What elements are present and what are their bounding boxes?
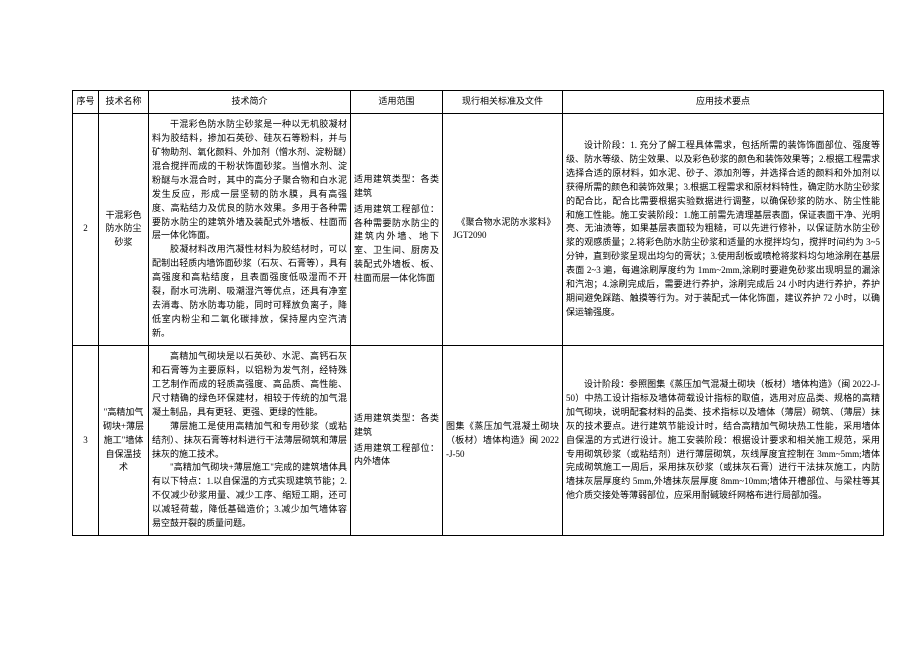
table-row: 3 "高精加气砌块+薄层施工"墙体自保温技术 高精加气砌块是以石英砂、水泥、高钙… [73,345,884,535]
scope-type-label: 适用建筑类型： [354,413,420,423]
desc-cell: 高精加气砌块是以石英砂、水泥、高钙石灰和石膏等为主要原料，以铝粉为发气剂，经特殊… [149,345,351,535]
scope-part: 各种需要防水防尘的建筑内外墙、地下室、卫生间、厨房及装配式外墙板、板、柱面而层一… [354,218,439,284]
header-row: 序号 技术名称 技术简介 适用范围 现行相关标准及文件 应用技术要点 [73,91,884,114]
scope-part-label: 适用建筑工程部位： [354,204,439,214]
apply-text: 设计阶段：1. 充分了解工程具体需求，包括所需的装饰饰面部位、强度等级、防水等级… [566,139,880,320]
scope-cell: 适用建筑类型：各类建筑 适用建筑工程部位：各种需要防水防尘的建筑内外墙、地下室、… [351,113,443,345]
desc-para: 胶凝材料改用汽凝性材料为胶结材时，可以配制出轻质内墙饰面砂浆（石灰、石膏等），具… [152,243,347,341]
desc-para: 薄层施工是使用高精加气和专用砂浆（或粘结剂）、抹灰石膏等材料进行干法薄层砌筑和薄… [152,420,347,462]
col-std: 现行相关标准及文件 [443,91,563,114]
col-seq: 序号 [73,91,99,114]
desc-para: 高精加气砌块是以石英砂、水泥、高钙石灰和石膏等为主要原料，以铝粉为发气剂，经特殊… [152,350,347,420]
std-title: 图集《蒸压加气混凝土砌块（板材）墙体构造》闽 2022-J-50 [446,421,559,459]
std-cell: 《聚合物水泥防水浆料》 JGT2090 [443,113,563,345]
col-desc: 技术简介 [149,91,351,114]
desc-para: 干混彩色防水防尘砂浆是一种以无机胶凝材料为胶结料，掺加石英砂、硅灰石等粉料，并与… [152,118,347,243]
tech-spec-table: 序号 技术名称 技术简介 适用范围 现行相关标准及文件 应用技术要点 2 干混彩… [72,90,884,536]
scope-part: 内外墙体 [354,456,390,466]
apply-text: 设计阶段：参照图集《蒸压加气混凝土砌块（板材）墙体构造》（闽 2022-J-50… [566,378,880,503]
scope-type-label: 适用建筑类型： [354,174,420,184]
std-code: JGT2090 [453,229,559,243]
desc-cell: 干混彩色防水防尘砂浆是一种以无机胶凝材料为胶结料，掺加石英砂、硅灰石等粉料，并与… [149,113,351,345]
scope-cell: 适用建筑类型：各类建筑 适用建筑工程部位：内外墙体 [351,345,443,535]
std-cell: 图集《蒸压加气混凝土砌块（板材）墙体构造》闽 2022-J-50 [443,345,563,535]
scope-part-label: 适用建筑工程部位： [354,443,439,453]
apply-cell: 设计阶段：参照图集《蒸压加气混凝土砌块（板材）墙体构造》（闽 2022-J-50… [563,345,884,535]
apply-cell: 设计阶段：1. 充分了解工程具体需求，包括所需的装饰饰面部位、强度等级、防水等级… [563,113,884,345]
col-name: 技术名称 [99,91,149,114]
table-row: 2 干混彩色防水防尘砂浆 干混彩色防水防尘砂浆是一种以无机胶凝材料为胶结料，掺加… [73,113,884,345]
name-cell: 干混彩色防水防尘砂浆 [99,113,149,345]
col-scope: 适用范围 [351,91,443,114]
col-apply: 应用技术要点 [563,91,884,114]
seq-cell: 3 [73,345,99,535]
name-cell: "高精加气砌块+薄层施工"墙体自保温技术 [99,345,149,535]
seq-cell: 2 [73,113,99,345]
std-title: 《聚合物水泥防水浆料》 [453,216,559,230]
desc-para: "高精加气砌块+薄层施工"完成的建筑墙体具有以下特点：1.以自保温的方式实现建筑… [152,461,347,531]
